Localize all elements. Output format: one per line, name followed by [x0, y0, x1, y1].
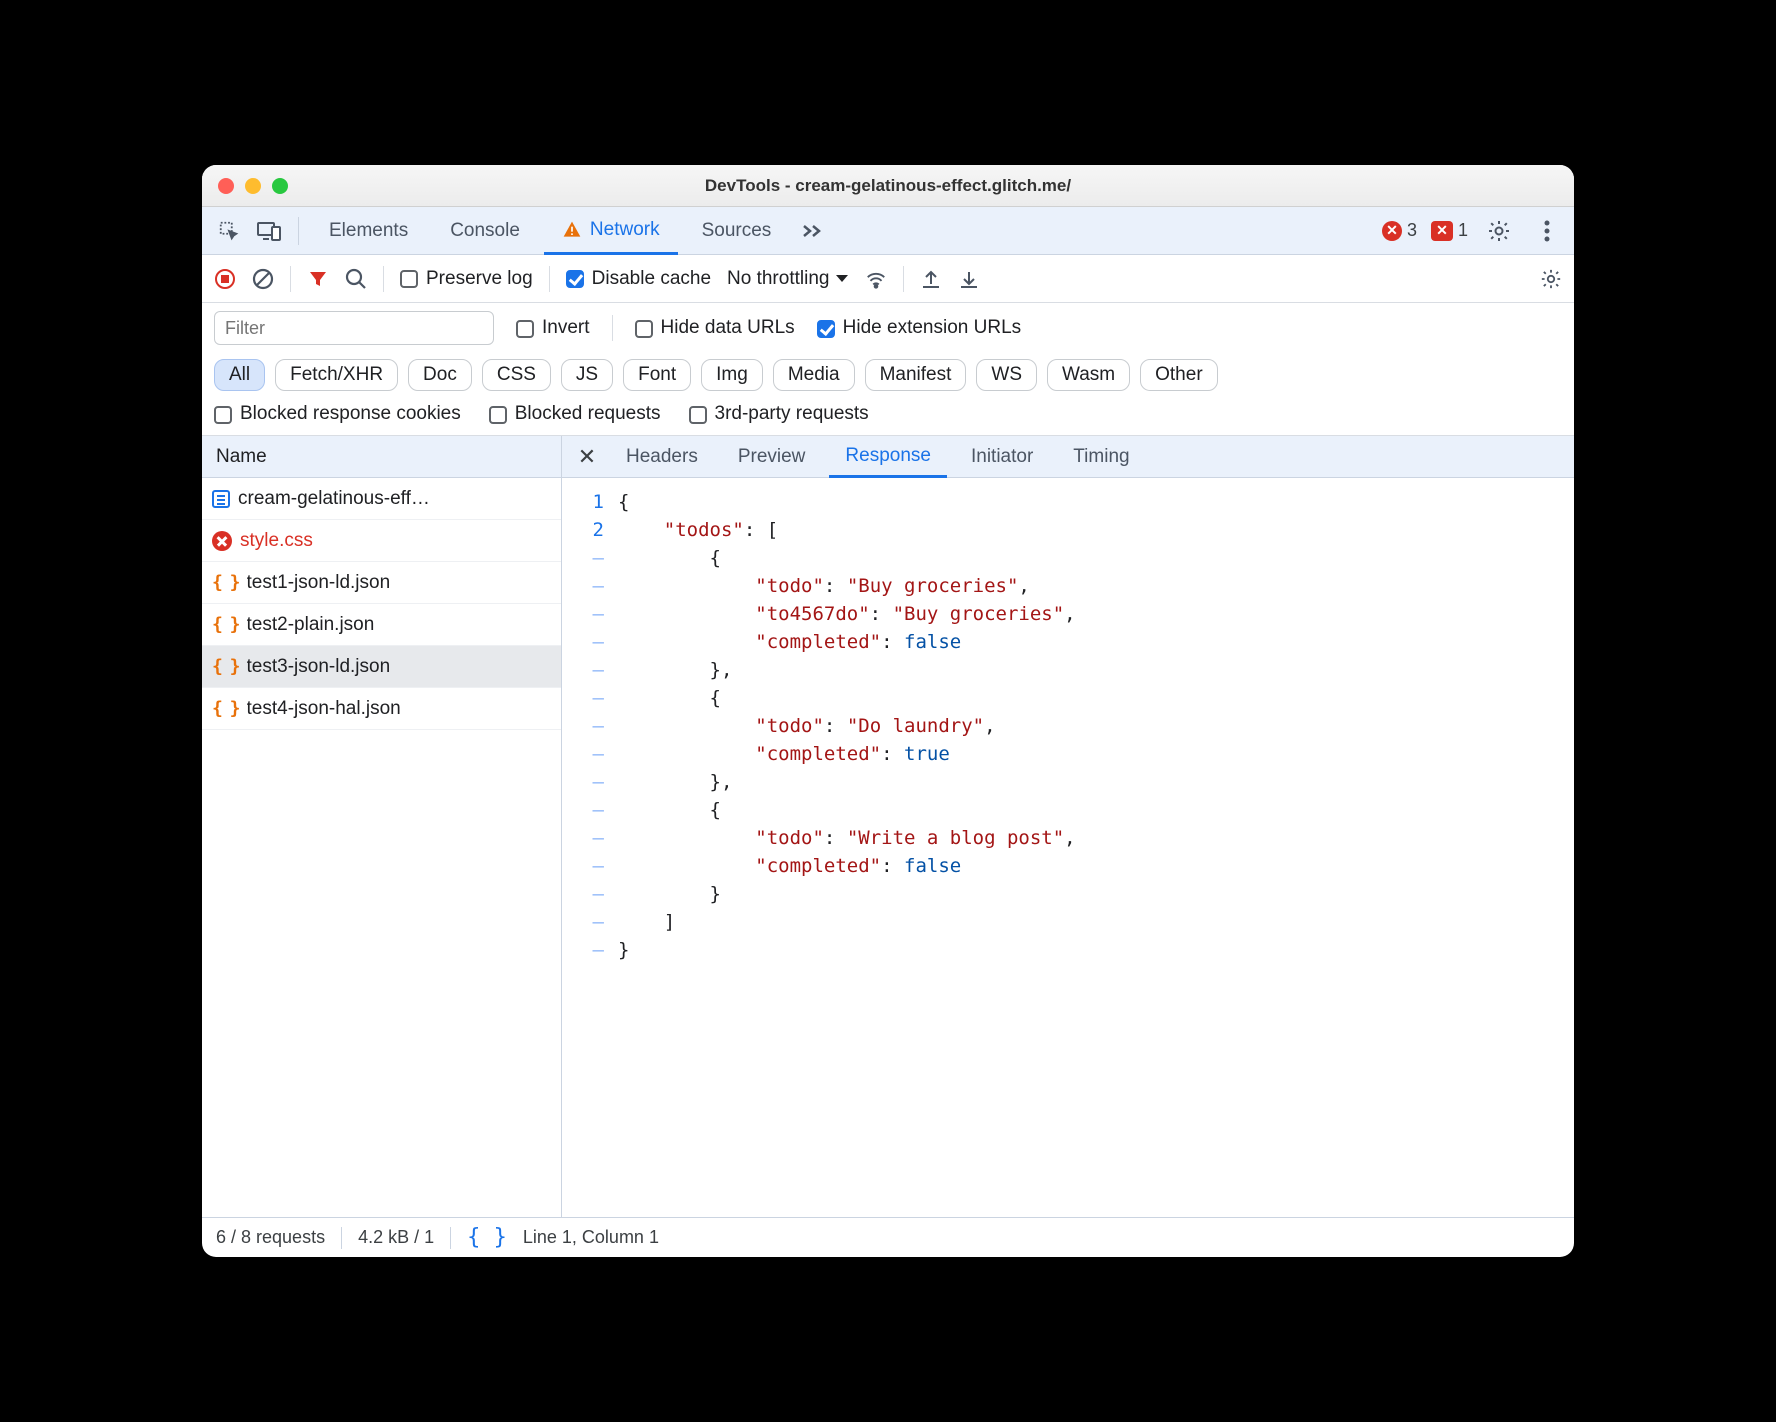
type-chip-other[interactable]: Other: [1140, 359, 1218, 391]
detail-tab-initiator[interactable]: Initiator: [955, 436, 1049, 478]
type-chip-ws[interactable]: WS: [976, 359, 1037, 391]
type-chip-css[interactable]: CSS: [482, 359, 551, 391]
request-list: Name cream-gelatinous-eff…style.css{ }te…: [202, 436, 562, 1217]
hide-data-urls-checkbox[interactable]: Hide data URLs: [635, 317, 795, 339]
clear-button[interactable]: [252, 268, 274, 290]
filter-input[interactable]: [214, 311, 494, 345]
json-icon: { }: [212, 614, 239, 635]
name-column-header[interactable]: Name: [202, 436, 561, 478]
filter-icon[interactable]: [307, 268, 329, 290]
network-conditions-icon[interactable]: [865, 268, 887, 290]
throttling-select[interactable]: No throttling: [727, 268, 849, 290]
search-icon[interactable]: [345, 268, 367, 290]
blocked-requests-checkbox[interactable]: Blocked requests: [489, 403, 661, 425]
status-requests: 6 / 8 requests: [216, 1227, 325, 1248]
statusbar: 6 / 8 requests 4.2 kB / 1 { } Line 1, Co…: [202, 1217, 1574, 1257]
json-icon: { }: [212, 572, 239, 593]
request-name: test2-plain.json: [247, 614, 375, 636]
type-chip-manifest[interactable]: Manifest: [865, 359, 967, 391]
request-name: cream-gelatinous-eff…: [238, 488, 430, 510]
status-cursor: Line 1, Column 1: [523, 1227, 659, 1248]
extra-filters-row: Blocked response cookies Blocked request…: [202, 399, 1574, 436]
pretty-print-icon[interactable]: { }: [467, 1225, 507, 1250]
request-row[interactable]: style.css: [202, 520, 561, 562]
error-icon: [212, 531, 232, 551]
issue-icon: ✕: [1431, 221, 1453, 241]
tab-network[interactable]: Network: [544, 207, 678, 255]
document-icon: [212, 490, 230, 508]
warning-icon: [562, 220, 582, 240]
upload-har-icon[interactable]: [920, 268, 942, 290]
type-chip-js[interactable]: JS: [561, 359, 613, 391]
json-icon: { }: [212, 698, 239, 719]
third-party-checkbox[interactable]: 3rd-party requests: [689, 403, 869, 425]
tab-sources[interactable]: Sources: [684, 207, 790, 255]
window-title: DevTools - cream-gelatinous-effect.glitc…: [202, 176, 1574, 196]
type-chip-img[interactable]: Img: [701, 359, 763, 391]
request-name: test3-json-ld.json: [247, 656, 391, 678]
blocked-cookies-checkbox[interactable]: Blocked response cookies: [214, 403, 461, 425]
request-row[interactable]: { } test3-json-ld.json: [202, 646, 561, 688]
settings-icon[interactable]: [1482, 214, 1516, 248]
inspect-element-icon[interactable]: [212, 214, 246, 248]
hide-extension-urls-checkbox[interactable]: Hide extension URLs: [817, 317, 1021, 339]
request-row[interactable]: { } test1-json-ld.json: [202, 562, 561, 604]
invert-checkbox[interactable]: Invert: [516, 317, 590, 339]
content-area: Name cream-gelatinous-eff…style.css{ }te…: [202, 436, 1574, 1217]
tab-elements[interactable]: Elements: [311, 207, 426, 255]
preserve-log-checkbox[interactable]: Preserve log: [400, 268, 533, 290]
network-settings-icon[interactable]: [1540, 268, 1562, 290]
type-chip-fetchxhr[interactable]: Fetch/XHR: [275, 359, 398, 391]
json-icon: { }: [212, 656, 239, 677]
response-code-view[interactable]: 12––––––––––––––– { "todos": [ { "todo":…: [562, 478, 1574, 1217]
type-chip-font[interactable]: Font: [623, 359, 691, 391]
request-name: style.css: [240, 530, 313, 552]
detail-tab-response[interactable]: Response: [829, 436, 947, 478]
devtools-window: DevTools - cream-gelatinous-effect.glitc…: [202, 165, 1574, 1257]
network-toolbar: Preserve log Disable cache No throttling: [202, 255, 1574, 303]
tab-console[interactable]: Console: [432, 207, 538, 255]
detail-tab-timing[interactable]: Timing: [1057, 436, 1145, 478]
type-chip-wasm[interactable]: Wasm: [1047, 359, 1130, 391]
code-lines: { "todos": [ { "todo": "Buy groceries", …: [618, 478, 1076, 1217]
kebab-menu-icon[interactable]: [1530, 214, 1564, 248]
main-tabbar: Elements Console Network Sources ✕ 3 ✕ 1: [202, 207, 1574, 255]
titlebar: DevTools - cream-gelatinous-effect.glitc…: [202, 165, 1574, 207]
close-detail-button[interactable]: ✕: [572, 444, 602, 470]
error-icon: ✕: [1382, 221, 1402, 241]
type-chip-all[interactable]: All: [214, 359, 265, 391]
detail-tabbar: ✕ Headers Preview Response Initiator Tim…: [562, 436, 1574, 478]
status-transfer: 4.2 kB / 1: [358, 1227, 434, 1248]
chevron-down-icon: [835, 274, 849, 284]
request-name: test1-json-ld.json: [247, 572, 391, 594]
type-chip-doc[interactable]: Doc: [408, 359, 472, 391]
error-badge[interactable]: ✕ 3: [1382, 220, 1417, 241]
detail-tab-headers[interactable]: Headers: [610, 436, 714, 478]
record-button[interactable]: [214, 268, 236, 290]
type-chip-media[interactable]: Media: [773, 359, 855, 391]
request-row[interactable]: cream-gelatinous-eff…: [202, 478, 561, 520]
more-tabs-icon[interactable]: [795, 214, 829, 248]
request-row[interactable]: { } test4-json-hal.json: [202, 688, 561, 730]
detail-tab-preview[interactable]: Preview: [722, 436, 822, 478]
line-gutter: 12–––––––––––––––: [562, 478, 618, 1217]
detail-pane: ✕ Headers Preview Response Initiator Tim…: [562, 436, 1574, 1217]
device-toolbar-icon[interactable]: [252, 214, 286, 248]
filter-row: Invert Hide data URLs Hide extension URL…: [202, 303, 1574, 353]
download-har-icon[interactable]: [958, 268, 980, 290]
disable-cache-checkbox[interactable]: Disable cache: [566, 268, 711, 290]
type-filter-chips: All Fetch/XHR Doc CSS JS Font Img Media Manifest…: [202, 353, 1574, 399]
request-name: test4-json-hal.json: [247, 698, 401, 720]
request-row[interactable]: { } test2-plain.json: [202, 604, 561, 646]
issue-badge[interactable]: ✕ 1: [1431, 220, 1468, 241]
